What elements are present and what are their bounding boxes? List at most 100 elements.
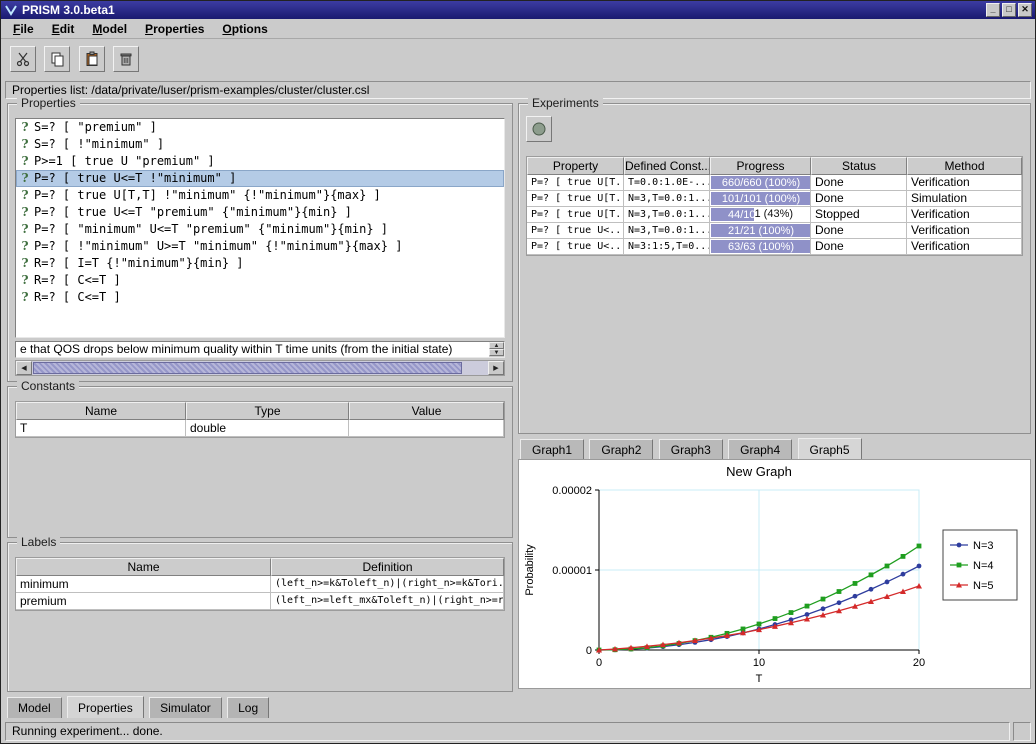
svg-text:N=3: N=3 (973, 540, 994, 552)
column-header-definition[interactable]: Definition (271, 558, 504, 576)
property-text: R=? [ I=T {!"minimum"}{min} ] (34, 255, 244, 272)
property-list-item[interactable]: ?R=? [ I=T {!"minimum"}{min} ] (16, 255, 504, 272)
label-definition: (left_n>=left_mx&Toleft_n)|(right_n>=r..… (271, 593, 504, 610)
property-list-item[interactable]: ?R=? [ C<=T ] (16, 272, 504, 289)
question-mark-icon: ? (19, 187, 31, 204)
experiment-progress-bar: 101/101 (100%) 101/101 (100%) (710, 191, 811, 207)
column-header-method[interactable]: Method (907, 157, 1022, 175)
scroll-up-button[interactable]: ▲ (489, 342, 504, 349)
cut-button[interactable] (10, 46, 36, 72)
toolbar (1, 40, 1035, 78)
window-icon[interactable] (4, 3, 18, 17)
tab-graph4[interactable]: Graph4 (728, 439, 792, 459)
property-list-item[interactable]: ?P>=1 [ true U "premium" ] (16, 153, 504, 170)
resize-grip[interactable] (1013, 722, 1031, 741)
comment-scrollbar[interactable]: ▲ ▼ (489, 342, 504, 357)
tab-graph5[interactable]: Graph5 (798, 438, 862, 459)
scroll-right-button[interactable]: ▶ (488, 361, 504, 375)
experiment-row[interactable]: P=? [ true U[T... T=0.0:1.0E-... 660/660… (527, 175, 1022, 191)
property-list-item[interactable]: ?R=? [ C<=T ] (16, 289, 504, 306)
menu-model[interactable]: Model (86, 20, 133, 38)
graph-display-panel: 0102000.000010.00002New GraphTProbabilit… (518, 459, 1031, 689)
experiment-progress-bar: 660/660 (100%) 660/660 (100%) (710, 175, 811, 191)
graph-tab-strip: Graph1 Graph2 Graph3 Graph4 Graph5 (520, 438, 864, 459)
column-header-name[interactable]: Name (16, 558, 271, 576)
question-mark-icon: ? (19, 221, 31, 238)
properties-list[interactable]: ?S=? [ "premium" ] ?S=? [ !"minimum" ] ?… (15, 118, 505, 338)
property-list-item[interactable]: ?P=? [ !"minimum" U>=T "minimum" {!"mini… (16, 238, 504, 255)
paste-button[interactable] (79, 46, 105, 72)
property-text: S=? [ !"minimum" ] (34, 136, 164, 153)
tab-simulator[interactable]: Simulator (149, 697, 222, 718)
experiment-progress-bar: 63/63 (100%) 63/63 (100%) (710, 239, 811, 255)
svg-text:N=5: N=5 (973, 580, 994, 592)
experiment-row[interactable]: P=? [ true U[T... N=3,T=0.0:1... 101/101… (527, 191, 1022, 207)
menu-edit[interactable]: Edit (46, 20, 81, 38)
tab-graph2[interactable]: Graph2 (589, 439, 653, 459)
menu-properties[interactable]: Properties (139, 20, 210, 38)
tab-graph1[interactable]: Graph1 (520, 439, 584, 459)
property-list-item[interactable]: ?P=? [ true U[T,T] !"minimum" {!"minimum… (16, 187, 504, 204)
property-list-item[interactable]: ?S=? [ "premium" ] (16, 119, 504, 136)
svg-text:T: T (756, 673, 763, 685)
label-row[interactable]: premium (left_n>=left_mx&Toleft_n)|(righ… (16, 593, 504, 610)
property-text: P=? [ true U<=T !"minimum" ] (34, 170, 236, 187)
minimize-button[interactable]: _ (986, 3, 1000, 17)
tab-properties[interactable]: Properties (67, 696, 144, 718)
chart-canvas[interactable]: 0102000.000010.00002New GraphTProbabilit… (519, 460, 1030, 688)
label-row[interactable]: minimum (left_n>=k&Toleft_n)|(right_n>=k… (16, 576, 504, 593)
experiment-status: Done (811, 191, 907, 207)
experiment-property: P=? [ true U[T... (527, 175, 624, 191)
stop-experiment-button[interactable] (526, 116, 552, 142)
property-list-item-selected[interactable]: ?P=? [ true U<=T !"minimum" ] (16, 170, 504, 187)
column-header-property[interactable]: Property (527, 157, 624, 175)
delete-button[interactable] (113, 46, 139, 72)
svg-text:0: 0 (596, 657, 602, 669)
tab-model[interactable]: Model (7, 697, 62, 718)
tab-log[interactable]: Log (227, 697, 269, 718)
question-mark-icon: ? (19, 255, 31, 272)
question-mark-icon: ? (19, 170, 31, 187)
column-header-value[interactable]: Value (349, 402, 504, 420)
title-bar[interactable]: PRISM 3.0.beta1 _ □ ✕ (1, 1, 1035, 19)
property-list-item[interactable]: ?S=? [ !"minimum" ] (16, 136, 504, 153)
constant-type: double (186, 420, 349, 437)
svg-text:20: 20 (913, 657, 925, 669)
property-text: P>=1 [ true U "premium" ] (34, 153, 215, 170)
column-header-progress[interactable]: Progress (710, 157, 811, 175)
experiment-property: P=? [ true U<... (527, 239, 624, 255)
copy-button[interactable] (44, 46, 70, 72)
property-list-item[interactable]: ?P=? [ "minimum" U<=T "premium" {"minimu… (16, 221, 504, 238)
property-comment-box[interactable]: e that QOS drops below minimum quality w… (15, 341, 505, 358)
horizontal-scrollbar[interactable]: ◀ ▶ (15, 360, 505, 376)
constants-row[interactable]: T double (16, 420, 504, 437)
close-button[interactable]: ✕ (1018, 3, 1032, 17)
column-header-name[interactable]: Name (16, 402, 186, 420)
experiment-row[interactable]: P=? [ true U[T... N=3,T=0.0:1... 44/101 … (527, 207, 1022, 223)
scrollbar-track[interactable] (32, 361, 488, 375)
maximize-button[interactable]: □ (1002, 3, 1016, 17)
experiment-row[interactable]: P=? [ true U<... N=3,T=0.0:1... 21/21 (1… (527, 223, 1022, 239)
tab-graph3[interactable]: Graph3 (659, 439, 723, 459)
question-mark-icon: ? (19, 119, 31, 136)
experiment-method: Verification (907, 223, 1022, 239)
scrollbar-thumb[interactable] (33, 362, 462, 374)
status-message: Running experiment... done. (5, 722, 1010, 741)
experiment-method: Verification (907, 207, 1022, 223)
constant-value[interactable] (349, 420, 504, 437)
column-header-type[interactable]: Type (186, 402, 349, 420)
experiment-constants: N=3,T=0.0:1... (624, 207, 710, 223)
labels-table: Name Definition minimum (left_n>=k&Tolef… (15, 557, 505, 611)
property-list-item[interactable]: ?P=? [ true U<=T "premium" {"minimum"}{m… (16, 204, 504, 221)
property-text: P=? [ !"minimum" U>=T "minimum" {!"minim… (34, 238, 402, 255)
menu-options[interactable]: Options (216, 20, 273, 38)
menu-file[interactable]: File (7, 20, 40, 38)
experiment-row[interactable]: P=? [ true U<... N=3:1:5,T=0... 63/63 (1… (527, 239, 1022, 255)
scroll-left-button[interactable]: ◀ (16, 361, 32, 375)
experiment-constants: N=3:1:5,T=0... (624, 239, 710, 255)
column-header-defined-constants[interactable]: Defined Const... (624, 157, 710, 175)
labels-panel: Labels Name Definition minimum (left_n>=… (7, 542, 513, 692)
column-header-status[interactable]: Status (811, 157, 907, 175)
svg-text:New Graph: New Graph (726, 464, 792, 479)
scroll-down-button[interactable]: ▼ (489, 349, 504, 356)
